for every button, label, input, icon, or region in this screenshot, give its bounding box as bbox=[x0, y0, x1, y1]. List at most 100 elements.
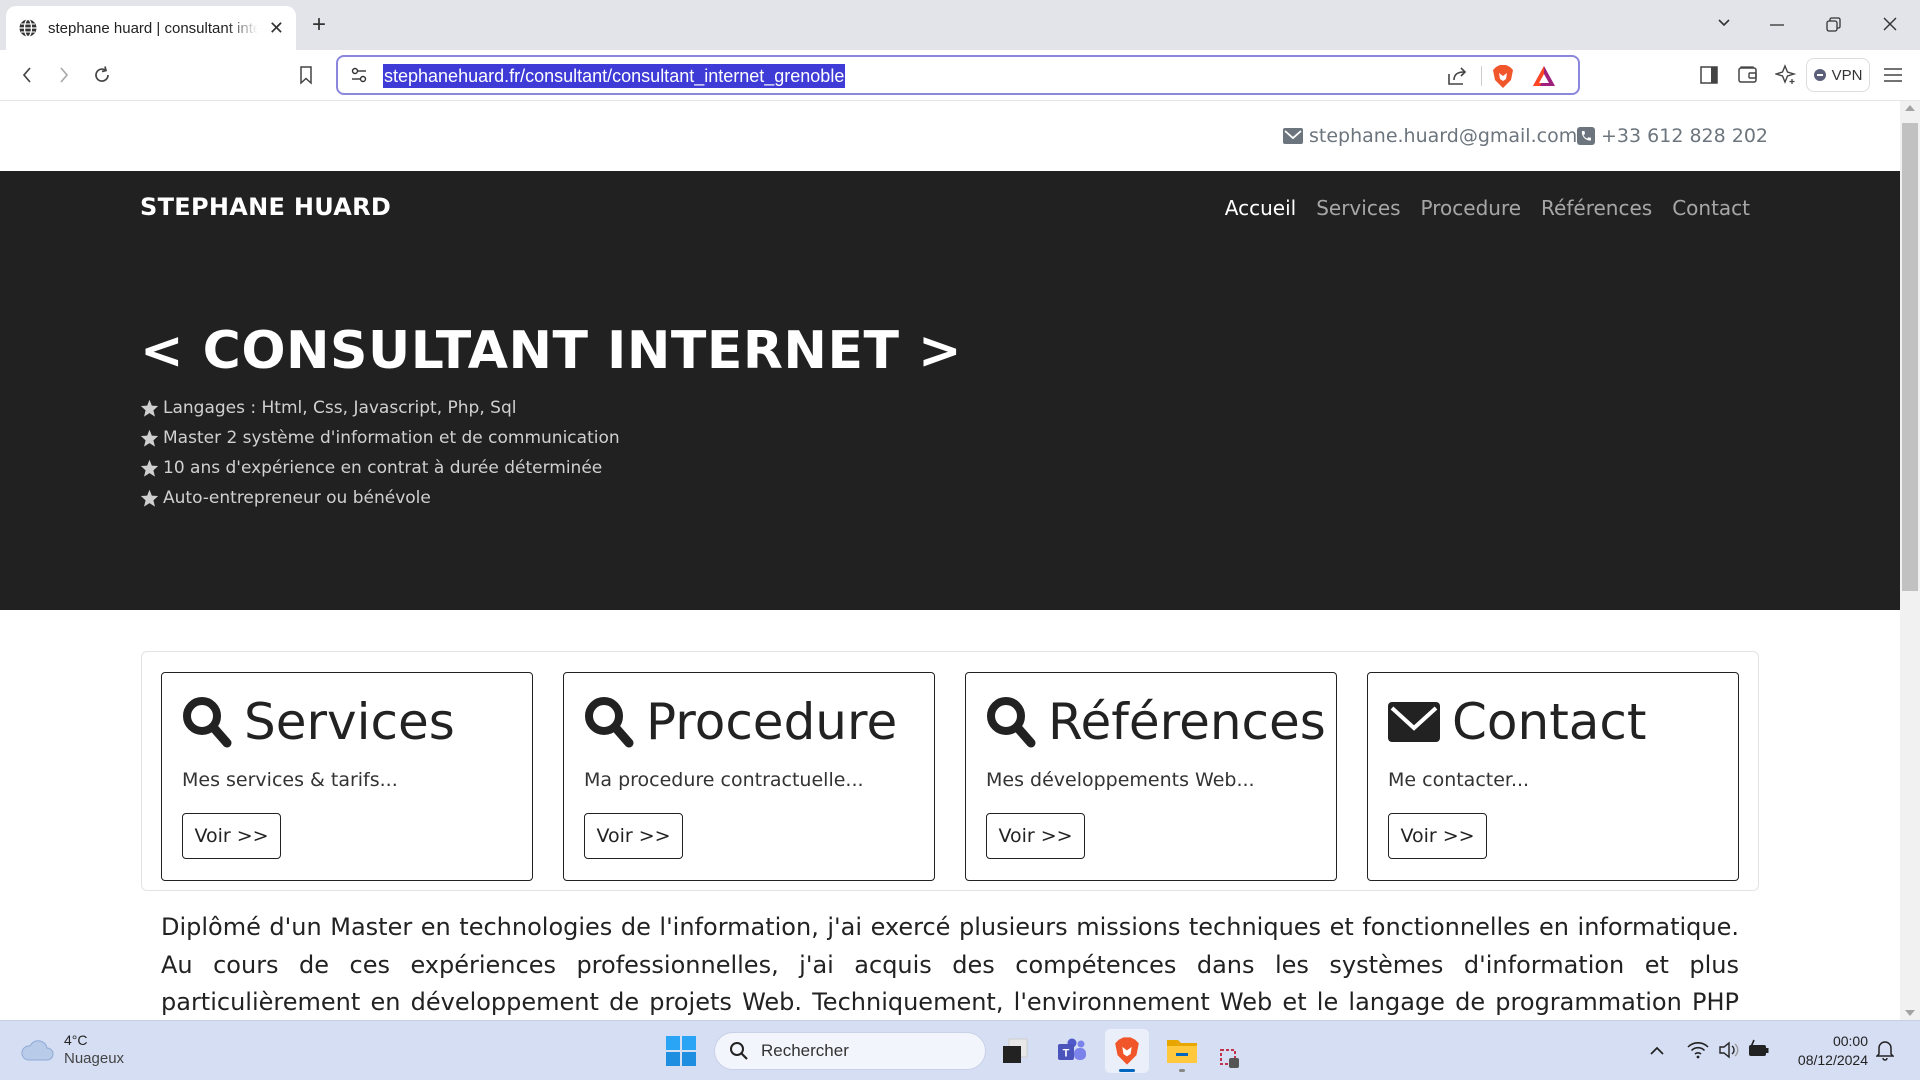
search-placeholder: Rechercher bbox=[761, 1041, 849, 1060]
taskbar-search[interactable]: Rechercher bbox=[714, 1032, 986, 1070]
cloud-icon bbox=[21, 1040, 54, 1061]
card-references-voir-button[interactable]: Voir >> bbox=[986, 813, 1085, 859]
star-icon bbox=[140, 399, 159, 417]
nav-procedure[interactable]: Procedure bbox=[1421, 196, 1522, 220]
globe-icon bbox=[19, 18, 37, 38]
teams-icon: T bbox=[1058, 1038, 1086, 1060]
card-title: Contact bbox=[1388, 693, 1647, 751]
teams-app[interactable]: T bbox=[1050, 1029, 1094, 1073]
hero-bullet: Auto-entrepreneur ou bénévole bbox=[140, 483, 620, 513]
restore-icon[interactable] bbox=[1826, 17, 1841, 32]
top-contact-bar: stephane.huard@gmail.com +33 612 828 202 bbox=[0, 101, 1900, 171]
snipping-tool-app[interactable] bbox=[1215, 1039, 1245, 1079]
tab-title: stephane huard | consultant internet gre… bbox=[48, 19, 258, 37]
window-close-icon[interactable] bbox=[1883, 17, 1897, 31]
card-services: Services Mes services & tarifs... Voir >… bbox=[161, 672, 533, 881]
forward-button[interactable] bbox=[51, 62, 77, 88]
wifi-icon[interactable] bbox=[1687, 1041, 1709, 1059]
menu-hamburger-icon[interactable] bbox=[1883, 67, 1903, 83]
card-title: Services bbox=[182, 693, 455, 751]
weather-desc: Nuageux bbox=[64, 1050, 125, 1067]
card-procedure-voir-button[interactable]: Voir >> bbox=[584, 813, 683, 859]
tab-search-chevron-icon[interactable] bbox=[1717, 18, 1731, 28]
page-scrollbar[interactable] bbox=[1900, 101, 1920, 1020]
file-explorer-app[interactable] bbox=[1160, 1029, 1204, 1073]
search-icon bbox=[585, 697, 634, 748]
phone-square-icon bbox=[1577, 127, 1595, 145]
browser-tab[interactable]: stephane huard | consultant internet gre… bbox=[6, 6, 296, 50]
scroll-down-arrow-icon[interactable] bbox=[1905, 1010, 1915, 1016]
bookmark-button[interactable] bbox=[293, 62, 319, 88]
card-contact-voir-button[interactable]: Voir >> bbox=[1388, 813, 1487, 859]
nav-accueil[interactable]: Accueil bbox=[1225, 196, 1296, 220]
star-icon bbox=[140, 459, 159, 477]
url-text[interactable]: stephanehuard.fr/consultant/consultant_i… bbox=[383, 64, 846, 88]
windows-taskbar: 4°C Nuageux Rechercher T 00:00 08/12/202… bbox=[0, 1020, 1920, 1080]
card-references: Références Mes développements Web... Voi… bbox=[965, 672, 1337, 881]
snipping-tool-icon bbox=[1220, 1049, 1239, 1068]
top-phone[interactable]: +33 612 828 202 bbox=[1577, 125, 1768, 147]
clock-date: 08/12/2024 bbox=[1797, 1052, 1868, 1068]
vpn-status-icon bbox=[1813, 69, 1826, 81]
hero-header: STEPHANE HUARD Accueil Services Procedur… bbox=[0, 171, 1900, 610]
card-text: Me contacter... bbox=[1388, 769, 1530, 791]
search-icon bbox=[730, 1042, 748, 1060]
card-title: Procedure bbox=[584, 693, 897, 751]
volume-icon[interactable] bbox=[1718, 1041, 1740, 1059]
clock-time: 00:00 bbox=[1832, 1033, 1868, 1049]
search-icon bbox=[183, 697, 232, 748]
divider bbox=[1481, 66, 1482, 86]
reload-button[interactable] bbox=[89, 62, 115, 88]
nav-services[interactable]: Services bbox=[1316, 196, 1400, 220]
browser-toolbar: stephanehuard.fr/consultant/consultant_i… bbox=[0, 50, 1920, 101]
leo-ai-icon[interactable] bbox=[1775, 64, 1797, 86]
weather-temp: 4°C bbox=[64, 1032, 88, 1048]
vpn-label: VPN bbox=[1831, 66, 1863, 84]
top-email[interactable]: stephane.huard@gmail.com bbox=[1283, 125, 1577, 147]
rewards-triangle-icon[interactable] bbox=[1532, 65, 1556, 87]
main-nav: Accueil Services Procedure Références Co… bbox=[1225, 196, 1750, 220]
site-settings-icon[interactable] bbox=[350, 66, 368, 84]
task-view-button[interactable] bbox=[993, 1029, 1037, 1073]
brave-app[interactable] bbox=[1105, 1029, 1149, 1073]
card-text: Ma procedure contractuelle... bbox=[584, 769, 864, 791]
minimize-icon[interactable] bbox=[1770, 24, 1784, 26]
scrollbar-thumb[interactable] bbox=[1902, 123, 1918, 591]
notification-bell-icon[interactable] bbox=[1876, 1039, 1894, 1061]
weather-widget[interactable]: 4°C Nuageux bbox=[20, 1031, 124, 1069]
sidebar-toggle-icon[interactable] bbox=[1700, 66, 1718, 84]
site-brand[interactable]: STEPHANE HUARD bbox=[140, 193, 391, 221]
wallet-icon[interactable] bbox=[1738, 65, 1758, 83]
reload-icon bbox=[95, 66, 109, 82]
share-icon[interactable] bbox=[1446, 65, 1468, 87]
envelope-icon bbox=[1388, 702, 1440, 742]
tab-close-button[interactable]: ✕ bbox=[269, 18, 284, 39]
active-indicator bbox=[1119, 1069, 1135, 1072]
start-button[interactable] bbox=[659, 1029, 703, 1073]
hero-bullet: Master 2 système d'information et de com… bbox=[140, 423, 620, 453]
card-text: Mes développements Web... bbox=[986, 769, 1255, 791]
new-tab-button[interactable]: + bbox=[312, 11, 326, 39]
tab-strip: stephane huard | consultant internet gre… bbox=[0, 0, 1920, 50]
show-hidden-icons-chevron[interactable] bbox=[1650, 1046, 1664, 1055]
address-bar[interactable]: stephanehuard.fr/consultant/consultant_i… bbox=[336, 55, 1580, 95]
folder-icon bbox=[1167, 1040, 1197, 1063]
card-text: Mes services & tarifs... bbox=[182, 769, 398, 791]
scroll-up-arrow-icon[interactable] bbox=[1905, 105, 1915, 111]
star-icon bbox=[140, 429, 159, 447]
back-button[interactable] bbox=[14, 62, 40, 88]
running-indicator bbox=[1179, 1069, 1185, 1072]
nav-references[interactable]: Références bbox=[1541, 196, 1652, 220]
clock[interactable]: 00:00 08/12/2024 bbox=[1780, 1032, 1868, 1070]
nav-contact[interactable]: Contact bbox=[1672, 196, 1750, 220]
card-contact: Contact Me contacter... Voir >> bbox=[1367, 672, 1739, 881]
battery-charging-icon[interactable] bbox=[1748, 1039, 1770, 1059]
svg-text:T: T bbox=[1063, 1048, 1070, 1060]
hero-bullet: 10 ans d'expérience en contrat à durée d… bbox=[140, 453, 620, 483]
hero-bullets: Langages : Html, Css, Javascript, Php, S… bbox=[140, 393, 620, 513]
brave-shields-icon[interactable] bbox=[1492, 64, 1514, 89]
star-icon bbox=[140, 489, 159, 507]
email-text: stephane.huard@gmail.com bbox=[1309, 125, 1578, 147]
card-services-voir-button[interactable]: Voir >> bbox=[182, 813, 281, 859]
vpn-button[interactable]: VPN bbox=[1806, 58, 1870, 92]
